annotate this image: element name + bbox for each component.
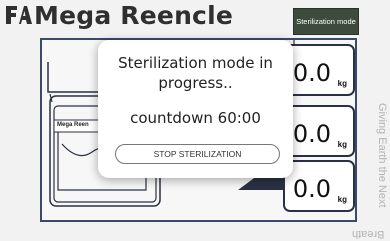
logo-icon bbox=[6, 6, 32, 24]
tagline-bottom: Breath bbox=[351, 228, 384, 240]
tagline-vertical: Giving Earth the Next bbox=[376, 103, 388, 208]
scale-2-unit: kg bbox=[337, 140, 347, 149]
scale-2-value: 0.0 bbox=[292, 120, 331, 148]
sterilization-mode-button[interactable]: Sterilization mode bbox=[293, 8, 359, 35]
scale-1: 50.0 kg bbox=[278, 44, 355, 96]
scale-3-value: 0.0 bbox=[292, 175, 331, 203]
app-title: Mega Reencle bbox=[34, 1, 234, 30]
scale-2: 0.0 kg bbox=[283, 105, 355, 157]
dialog-title: Sterilization mode in progress.. bbox=[118, 54, 273, 92]
scale-3: 0.0 kg bbox=[283, 160, 355, 212]
stop-sterilization-button[interactable]: STOP STERILIZATION bbox=[115, 144, 280, 164]
device-label: Mega Reen bbox=[57, 122, 89, 128]
sterilization-dialog: Sterilization mode in progress.. countdo… bbox=[98, 40, 293, 178]
countdown-text: countdown 60:00 bbox=[130, 109, 261, 127]
scale-3-unit: kg bbox=[337, 195, 347, 204]
scale-1-unit: kg bbox=[337, 79, 347, 88]
